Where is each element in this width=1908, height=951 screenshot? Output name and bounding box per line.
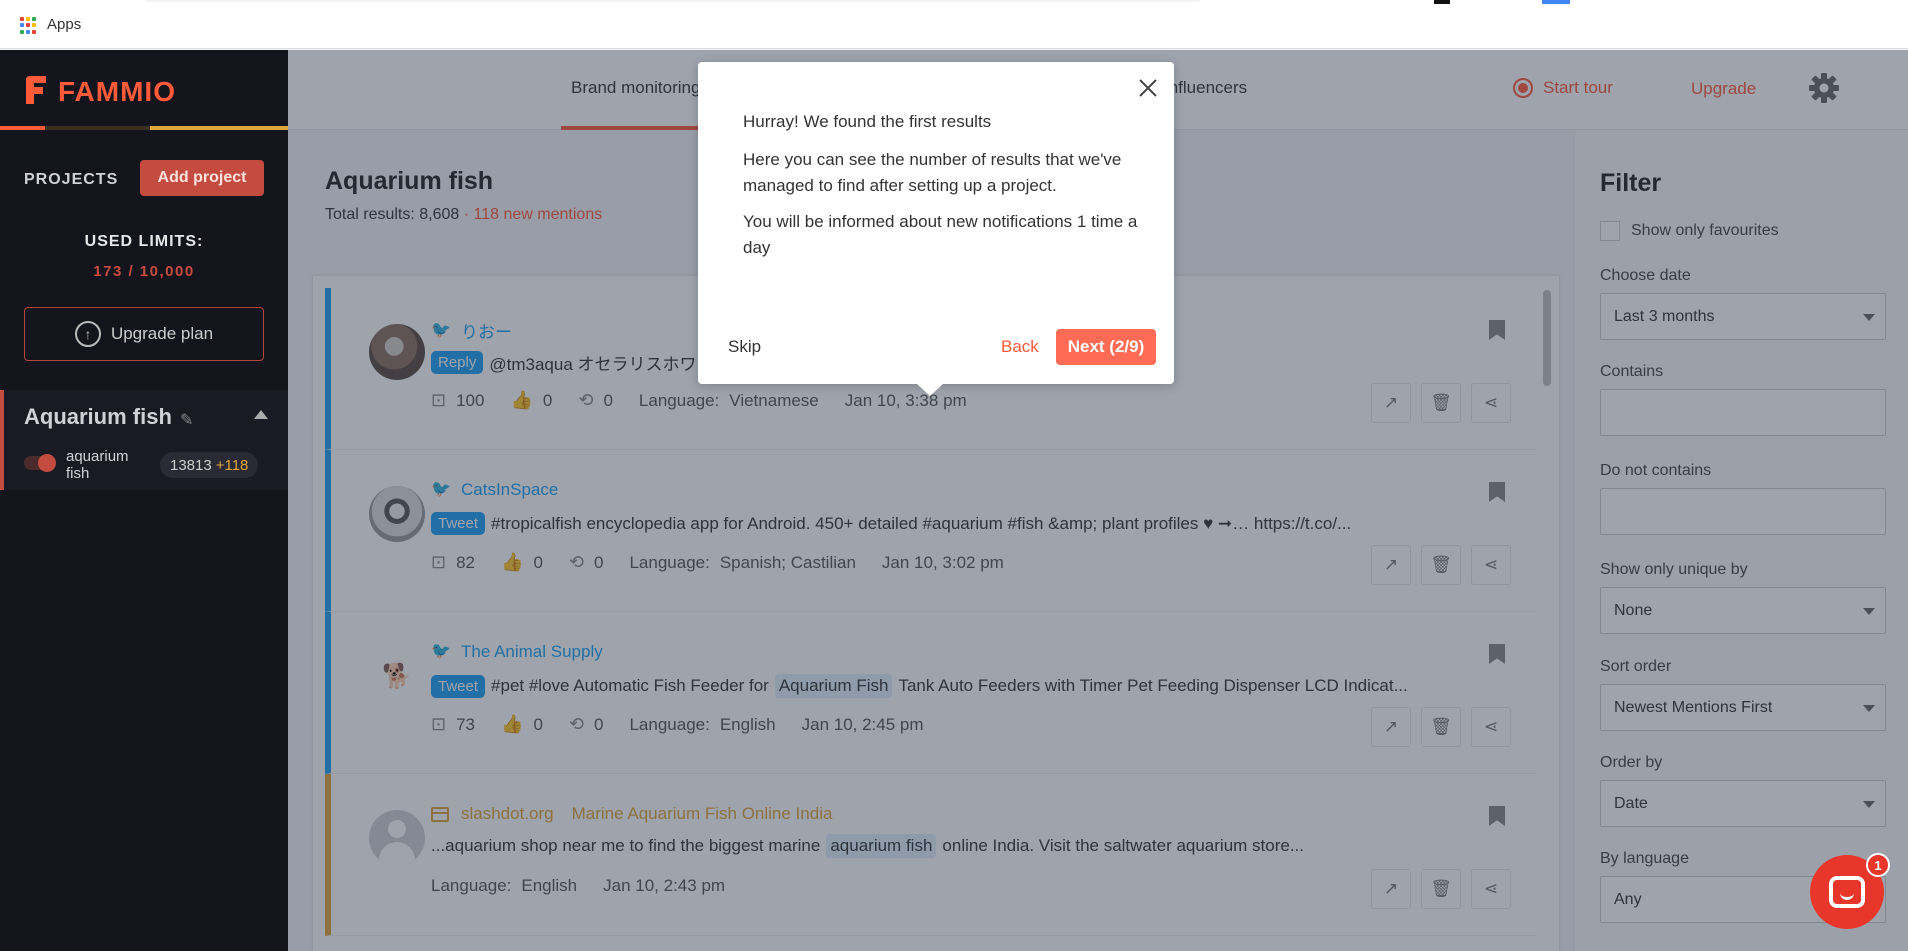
upgrade-plan-label: Upgrade plan [110,324,214,343]
keyword-count: 13813 [170,456,212,474]
keyword-label[interactable]: aquarium fish [66,448,146,482]
caret-up-icon[interactable] [254,410,268,419]
tour-back-button[interactable]: Back [1001,337,1039,357]
address-bar[interactable] [140,0,1205,2]
chat-unread-badge: 1 [1866,853,1890,877]
arrow-up-circle-icon: ↑ [74,321,101,347]
keyword-new-count: +118 [215,456,249,474]
chat-icon [1829,876,1865,908]
tour-body: Here you can see the number of results t… [743,147,1143,261]
project-name[interactable]: Aquarium fish [24,404,172,430]
close-icon[interactable] [1136,76,1160,100]
used-limits-value: 173 / 10,000 [93,263,195,280]
keyword-count-badge: 13813 +118 [160,452,259,478]
tour-title: Hurray! We found the first results [743,112,992,131]
fammio-logo-icon [26,76,46,104]
tour-paragraph: You will be informed about new notificat… [743,212,1138,257]
add-project-button[interactable]: Add project [140,160,264,196]
tour-next-button[interactable]: Next (2/9) [1056,329,1156,365]
keyword-toggle[interactable] [24,454,56,472]
tour-skip-button[interactable]: Skip [728,337,761,357]
projects-row: PROJECTS Add project [24,160,264,200]
used-limits-label: USED LIMITS: [84,233,204,250]
browser-bookmark-bar: Apps [0,0,1908,49]
apps-grid-icon[interactable] [20,17,37,34]
project-item[interactable]: Aquarium fish ✎ aquarium fish 13813 +118 [0,390,288,490]
tour-popup: Hurray! We found the first results Here … [698,62,1174,396]
apps-bookmark[interactable]: Apps [47,16,81,33]
extension-icon[interactable] [1542,0,1570,4]
extension-icon[interactable] [1434,0,1450,4]
upgrade-plan-button[interactable]: ↑ Upgrade plan [24,307,264,361]
logo-row: FAMMIO [0,50,288,130]
tour-paragraph: Here you can see the number of results t… [743,150,1122,195]
sidebar: FAMMIO PROJECTS Add project USED LIMITS:… [0,50,288,951]
pencil-icon[interactable]: ✎ [180,410,193,430]
logo-text[interactable]: FAMMIO [58,76,176,108]
projects-label: PROJECTS [24,171,119,188]
